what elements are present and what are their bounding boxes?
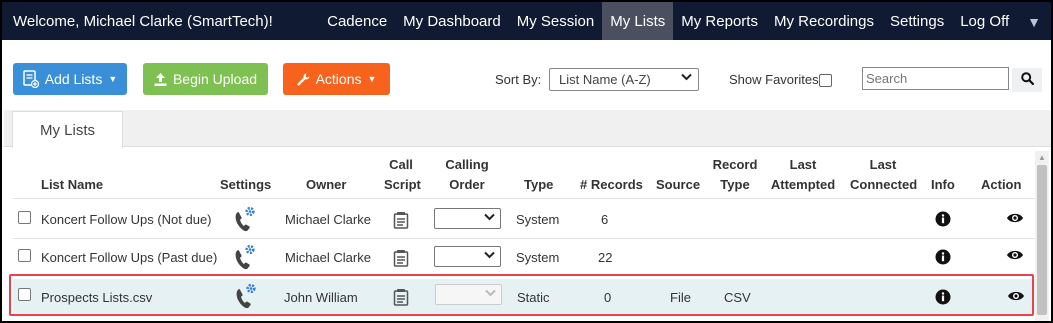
row-divider [13,198,1035,199]
header-type: Type [524,177,554,192]
nav-cadence[interactable]: Cadence [319,2,395,40]
menu-caret-icon[interactable]: ▼ [1017,2,1043,40]
show-favorites-label: Show Favorites [729,72,819,87]
list-type: System [516,250,560,265]
chevron-down-icon [484,250,495,262]
upload-icon [154,72,167,86]
header-settings: Settings [220,177,272,192]
script-document-icon[interactable] [391,209,411,231]
header-info: Info [931,177,955,192]
header-last-attempted-line1: Last [789,157,817,172]
tab-my-lists[interactable]: My Lists [12,111,123,148]
row-highlight-box [9,274,1034,316]
header-calling-order-line2: Order [449,177,485,192]
list-name[interactable]: Koncert Follow Ups (Not due) [41,212,212,227]
header-call-script: Call Script [384,155,421,195]
phone-gear-icon[interactable] [232,205,258,233]
nav-my-reports[interactable]: My Reports [673,2,766,40]
chevron-down-icon [681,72,692,84]
nav-my-dashboard[interactable]: My Dashboard [395,2,509,40]
list-name[interactable]: Koncert Follow Ups (Past due) [41,250,217,265]
header-last-attempted: Last Attempted [769,155,837,195]
wrench-icon [297,73,310,86]
scrollbar-thumb[interactable] [1037,165,1047,315]
list-add-icon [22,70,39,88]
list-type: System [516,212,560,227]
sort-by-label: Sort By: [495,72,542,87]
calling-order-select[interactable] [434,246,501,267]
sort-by-value: List Name (A-Z) [559,72,651,87]
header-owner: Owner [306,177,347,192]
nav-settings[interactable]: Settings [882,2,952,40]
add-lists-button[interactable]: Add Lists ▼ [13,63,127,95]
header-last-connected: Last Connected [850,155,918,195]
header-calling-order: Calling Order [438,155,496,195]
nav-my-lists[interactable]: My Lists [602,2,674,40]
record-count: 22 [598,250,613,265]
header-record-type-line1: Record [712,157,758,172]
search-button[interactable] [1012,68,1042,92]
begin-upload-label: Begin Upload [172,71,258,87]
header-call-script-line1: Call [389,157,413,172]
record-count: 6 [601,212,609,227]
search-icon [1020,72,1034,88]
chevron-down-icon: ▼ [108,74,118,84]
welcome-message: Welcome, Michael Clarke (SmartTech)! [13,13,273,30]
row-checkbox[interactable] [18,249,31,262]
header-last-connected-line2: Connected [850,177,918,192]
app-frame: Welcome, Michael Clarke (SmartTech)! Cad… [0,0,1053,323]
header-record-type: Record Type [711,155,759,195]
eye-icon[interactable] [1005,209,1025,227]
header-action: Action [981,177,1022,192]
header-records: # Records [580,177,643,192]
info-icon[interactable] [934,248,952,266]
nav-my-recordings[interactable]: My Recordings [766,2,882,40]
header-calling-order-line1: Calling [445,157,489,172]
actions-button[interactable]: Actions ▼ [283,63,390,95]
phone-gear-icon[interactable] [232,243,258,271]
row-divider [13,238,1035,239]
header-record-type-line2: Type [720,177,750,192]
sort-by-select[interactable]: List Name (A-Z) [549,68,699,91]
header-last-attempted-line2: Attempted [770,177,836,192]
calling-order-select[interactable] [434,208,501,229]
header-list-name: List Name [41,177,104,192]
header-call-script-line2: Script [384,177,421,192]
chevron-down-icon: ▼ [367,74,377,84]
nav-my-session[interactable]: My Session [509,2,603,40]
main-nav: Cadence My Dashboard My Session My Lists… [319,2,1043,40]
actions-label: Actions [315,71,362,87]
search-input[interactable] [862,67,1009,90]
header-last-connected-line1: Last [869,157,897,172]
info-icon[interactable] [934,210,952,228]
chevron-down-icon [484,212,495,224]
nav-log-off[interactable]: Log Off [952,2,1017,40]
script-document-icon[interactable] [391,247,411,269]
owner: Michael Clarke [285,212,371,227]
tab-bar [4,110,1051,147]
eye-icon[interactable] [1005,246,1025,264]
row-checkbox[interactable] [18,211,31,224]
add-lists-label: Add Lists [44,71,103,87]
show-favorites-checkbox[interactable] [819,74,832,87]
header-source: Source [656,177,701,192]
top-navbar: Welcome, Michael Clarke (SmartTech)! Cad… [2,2,1051,40]
owner: Michael Clarke [285,250,371,265]
begin-upload-button[interactable]: Begin Upload [143,63,268,95]
scroll-up-icon[interactable]: ▲ [1037,153,1047,163]
